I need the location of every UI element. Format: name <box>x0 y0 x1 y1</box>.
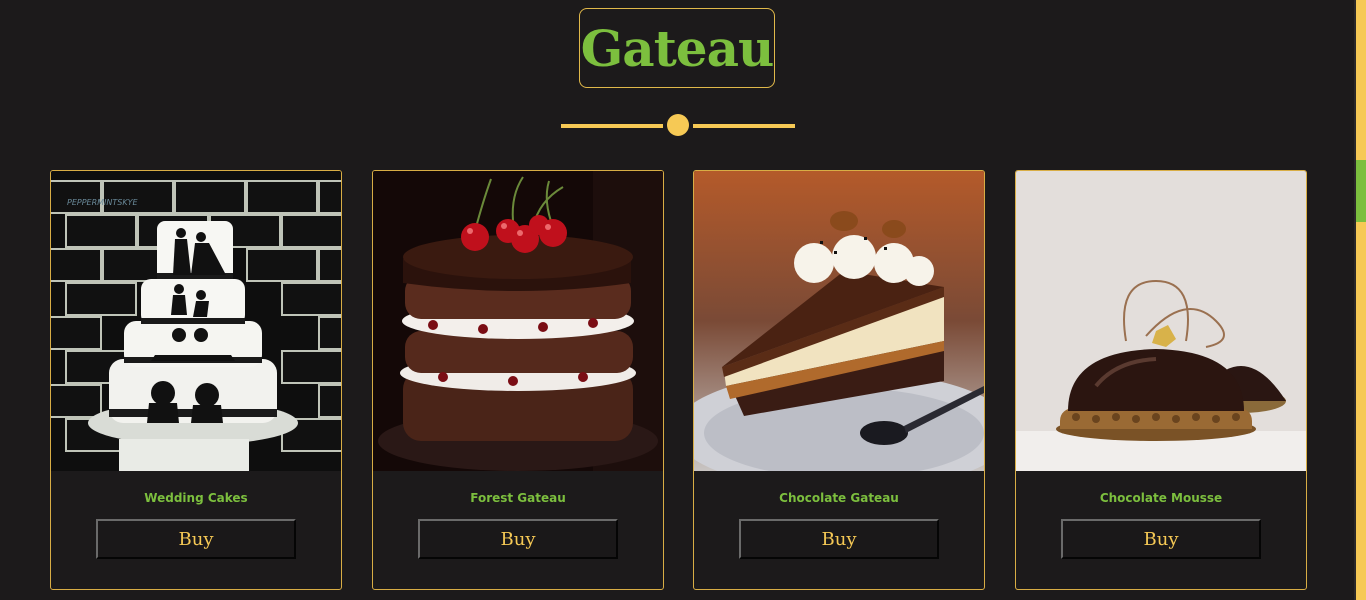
page-scrollbar[interactable] <box>1354 0 1366 600</box>
buy-button-chocolate-mousse[interactable]: Buy <box>1061 519 1261 559</box>
buy-button-chocolate-gateau[interactable]: Buy <box>739 519 939 559</box>
svg-text:PEPPERMINTSKYE: PEPPERMINTSKYE <box>67 198 138 207</box>
product-card-wedding-cakes: PEPPERMINTSKYE Wedding Cakes Buy <box>50 170 342 590</box>
product-name: Chocolate Gateau <box>779 491 899 505</box>
title-divider <box>561 114 795 136</box>
page-title: Gateau <box>580 18 775 78</box>
product-name: Wedding Cakes <box>144 491 248 505</box>
wedding-cake-image: PEPPERMINTSKYE <box>51 171 341 471</box>
divider-line-left <box>561 124 663 128</box>
page-title-box: Gateau <box>579 8 775 88</box>
divider-dot <box>667 114 689 136</box>
scrollbar-thumb[interactable] <box>1356 160 1366 222</box>
buy-button-forest-gateau[interactable]: Buy <box>418 519 618 559</box>
product-card-forest-gateau: Forest Gateau Buy <box>372 170 664 590</box>
product-name: Forest Gateau <box>470 491 566 505</box>
product-name: Chocolate Mousse <box>1099 491 1223 505</box>
black-forest-cake-image <box>373 171 663 471</box>
buy-button-wedding-cakes[interactable]: Buy <box>96 519 296 559</box>
product-card-chocolate-mousse: Chocolate Mousse Buy <box>1015 170 1307 590</box>
chocolate-cake-slice-image <box>694 171 984 471</box>
divider-line-right <box>693 124 795 128</box>
scrollbar-segment-bottom <box>1356 222 1366 600</box>
product-card-chocolate-gateau: Chocolate Gateau Buy <box>693 170 985 590</box>
scrollbar-segment-top <box>1356 0 1366 160</box>
chocolate-mousse-dome-image <box>1016 171 1306 471</box>
